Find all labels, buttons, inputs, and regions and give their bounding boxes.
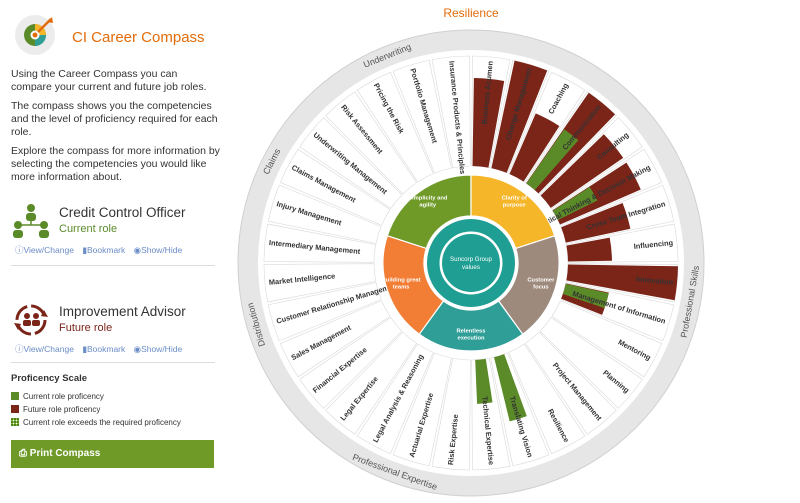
info-icon: ⓘ: [15, 344, 24, 354]
career-compass: Resilience Business Acumen Change Managem…: [237, 6, 705, 497]
legend-exceeds-label: Current role exceeds the required profic…: [23, 418, 181, 427]
app-title: CI Career Compass: [72, 29, 205, 46]
eye-icon: ◉: [133, 245, 142, 255]
values-center: [442, 234, 500, 292]
current-role-actions: ⓘView/Change ▮Bookmark ◉Show/Hide: [15, 244, 188, 256]
value-segment-label: Relentless execution: [457, 329, 486, 342]
sidebar: CI Career Compass Using the Career Compa…: [0, 0, 224, 503]
legend-future: Future role proficency: [11, 405, 100, 414]
compass-wheel: Business Acumen Change Management Coaching…: [237, 29, 705, 497]
show-hide-label: Show/Hide: [141, 245, 183, 255]
legend-exceeds: Current role exceeds the required profic…: [11, 418, 181, 427]
bookmark-label: Bookmark: [87, 344, 126, 354]
value-segment-label: Clarity of purpose: [502, 196, 527, 209]
legend-current: Current role proficency: [11, 392, 104, 401]
future-role-actions: ⓘView/Change ▮Bookmark ◉Show/Hide: [15, 343, 188, 355]
intro-paragraph-1: Using the Career Compass you can compare…: [11, 68, 207, 93]
future-role-label: Future role: [59, 322, 113, 334]
intro-paragraph-3: Explore the compass for more information…: [11, 145, 220, 183]
team-icon: [13, 204, 49, 238]
bookmark-current-button[interactable]: ▮Bookmark: [82, 245, 125, 255]
app-header: CI Career Compass: [14, 14, 214, 62]
print-compass-button[interactable]: ⎙ Print Compass: [11, 440, 214, 468]
future-role-name: Improvement Advisor: [59, 304, 186, 319]
intro-paragraph-2: The compass shows you the competencies a…: [11, 100, 218, 138]
legend-swatch-current: [11, 392, 19, 400]
divider: [11, 362, 215, 363]
eye-icon: ◉: [133, 344, 142, 354]
view-change-current-button[interactable]: ⓘView/Change: [15, 245, 74, 255]
show-hide-label: Show/Hide: [141, 344, 183, 354]
show-hide-current-button[interactable]: ◉Show/Hide: [134, 245, 183, 255]
legend-swatch-exceeds: [11, 418, 19, 426]
legend-swatch-future: [11, 405, 19, 413]
print-compass-label: Print Compass: [29, 448, 101, 459]
legend-future-label: Future role proficency: [23, 405, 101, 414]
info-icon: ⓘ: [15, 245, 24, 255]
compass-title: Resilience: [443, 6, 499, 20]
bookmark-label: Bookmark: [87, 245, 126, 255]
compass-logo-icon: [15, 15, 55, 55]
proficiency-scale-title: Proficency Scale: [11, 373, 88, 384]
show-hide-future-button[interactable]: ◉Show/Hide: [134, 344, 183, 354]
legend-current-label: Current role proficency: [23, 392, 104, 401]
view-change-label: View/Change: [23, 344, 74, 354]
printer-icon: ⎙: [19, 448, 27, 459]
divider: [11, 265, 215, 266]
view-change-label: View/Change: [23, 245, 74, 255]
current-role-name: Credit Control Officer: [59, 205, 186, 220]
view-change-future-button[interactable]: ⓘView/Change: [15, 344, 74, 354]
improvement-cycle-icon: [14, 304, 48, 336]
current-role-label: Current role: [59, 223, 118, 235]
bookmark-future-button[interactable]: ▮Bookmark: [82, 344, 125, 354]
